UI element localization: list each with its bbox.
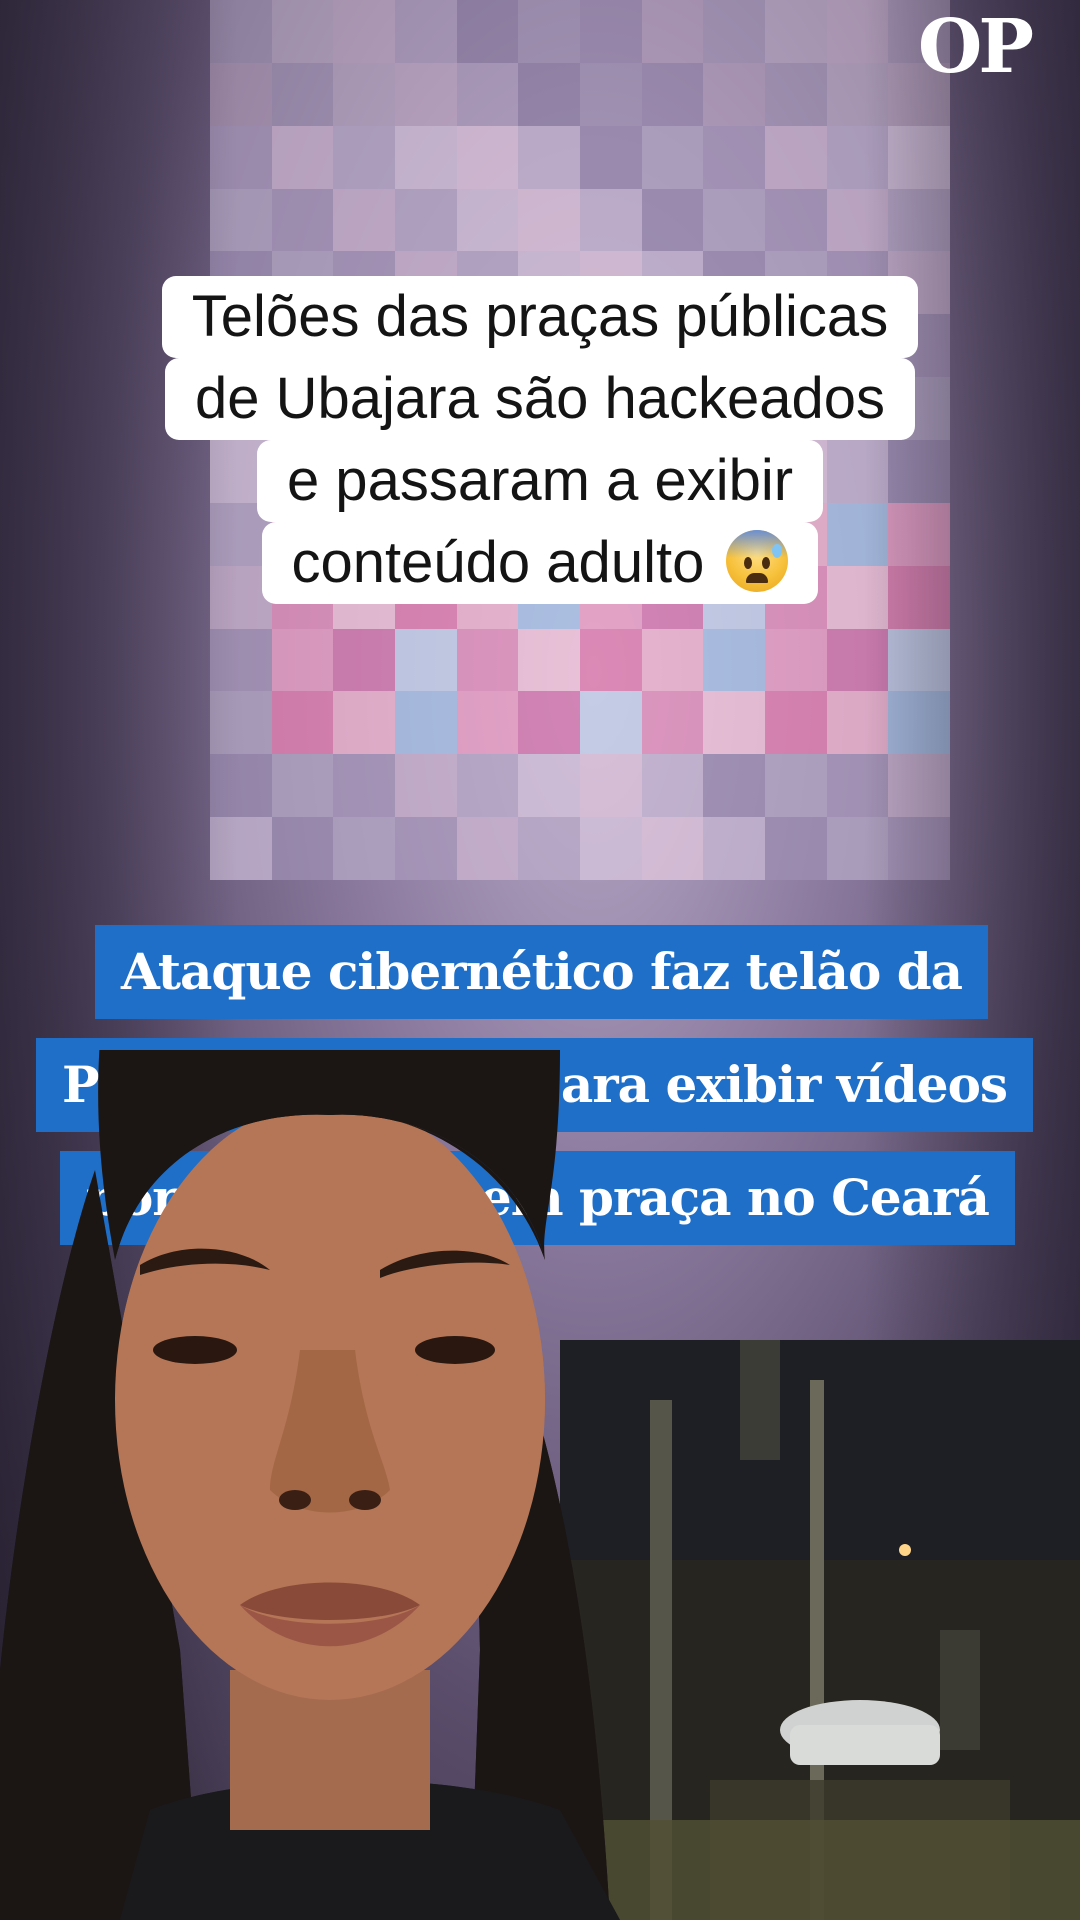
caption-line-last: conteúdo adulto	[261, 522, 819, 604]
caption-overlay: Telões das praças públicas de Ubajara sã…	[0, 276, 1080, 604]
caption-line-text: conteúdo adulto	[291, 530, 705, 595]
video-frame: OP Telões das praças públicas de Ubajara…	[0, 0, 1080, 1920]
headline-line: Ataque cibernético faz telão da	[95, 925, 989, 1019]
brand-logo: OP	[917, 4, 1034, 90]
caption-line: de Ubajara são hackeados	[164, 358, 916, 440]
caption-line: Telões das praças públicas	[161, 276, 919, 358]
caption-line: e passaram a exibir	[256, 440, 824, 522]
presenter-foreground	[0, 1050, 620, 1920]
anxious-face-emoji-icon	[726, 530, 789, 592]
